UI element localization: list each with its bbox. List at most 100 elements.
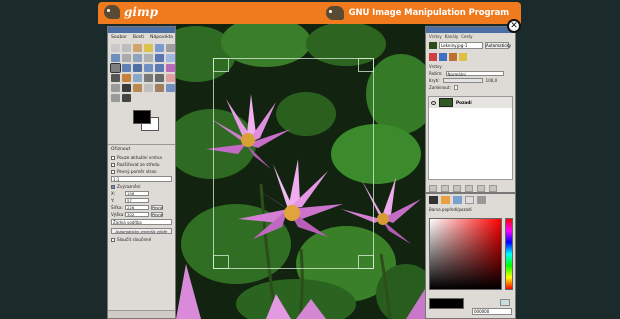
triangle-selector-icon[interactable] <box>453 196 462 204</box>
width-input[interactable]: 226 <box>125 205 149 210</box>
perspective-icon[interactable] <box>155 64 164 72</box>
perspective-clone-icon[interactable] <box>155 84 164 92</box>
blur-icon[interactable] <box>166 84 175 92</box>
paths-icon[interactable] <box>111 54 120 62</box>
dodge-burn-icon[interactable] <box>122 94 131 102</box>
measure-icon[interactable] <box>144 54 153 62</box>
foreground-color-swatch[interactable] <box>133 110 151 124</box>
pencil-icon[interactable] <box>144 74 153 82</box>
fixed-width-button[interactable]: Pevné <box>151 205 163 210</box>
opacity-value[interactable]: 100,0 <box>486 78 497 83</box>
lock-alpha-checkbox[interactable] <box>453 85 458 90</box>
ink-icon[interactable] <box>122 84 131 92</box>
heal-icon[interactable] <box>144 84 153 92</box>
layer-name: Pozadí <box>456 100 472 105</box>
hue-slider[interactable] <box>505 218 513 290</box>
rect-select-icon[interactable] <box>111 44 120 52</box>
tab-channels[interactable]: Kanály <box>445 34 458 39</box>
free-select-icon[interactable] <box>133 44 142 52</box>
eye-icon[interactable] <box>431 100 436 105</box>
dock-tabs: Vrstvy Kanály Cesty <box>426 33 515 40</box>
image-canvas[interactable] <box>176 24 425 319</box>
guides-select[interactable]: Žádná vodítka <box>111 219 172 225</box>
scissors-icon[interactable] <box>166 44 175 52</box>
move-icon[interactable] <box>155 54 164 62</box>
tab-paths[interactable]: Cesty <box>461 34 472 39</box>
image-select[interactable]: Lekníny.jpg-1 <box>439 42 483 49</box>
y-row: Y: 57 <box>111 198 172 203</box>
checkbox-merged[interactable]: Sloučit sloučené <box>111 237 172 242</box>
shear-icon[interactable] <box>144 64 153 72</box>
image-selector-row: Lekníny.jpg-1 Automaticky <box>426 40 515 51</box>
layer-row[interactable]: Pozadí <box>429 97 512 108</box>
x-input[interactable]: 156 <box>125 191 149 196</box>
flip-icon[interactable] <box>166 64 175 72</box>
bucket-fill-icon[interactable] <box>122 74 131 82</box>
hex-input[interactable]: 000000 <box>472 308 512 315</box>
wilber-icon <box>104 5 120 19</box>
paintbrush-icon[interactable] <box>155 74 164 82</box>
raise-layer-icon[interactable] <box>441 185 449 192</box>
align-icon[interactable] <box>166 54 175 62</box>
watercolor-selector-icon[interactable] <box>465 196 474 204</box>
y-input[interactable]: 57 <box>125 198 149 203</box>
checkbox-current-layer[interactable]: Pouze aktuální vrstva <box>111 155 172 160</box>
logo-text: gimp <box>124 5 159 19</box>
banner-title-group: GNU Image Manipulation Program <box>325 6 510 20</box>
scales-selector-icon[interactable] <box>477 196 486 204</box>
eraser-icon[interactable] <box>166 74 175 82</box>
blend-icon[interactable] <box>133 74 142 82</box>
close-button[interactable]: ✕ <box>507 19 521 33</box>
layers-tab-icon[interactable] <box>429 53 437 61</box>
ellipse-select-icon[interactable] <box>122 44 131 52</box>
lower-layer-icon[interactable] <box>453 185 461 192</box>
cmyk-selector-icon[interactable] <box>441 196 450 204</box>
crop-selection-rectangle[interactable] <box>213 58 374 269</box>
color-picker-icon[interactable] <box>122 54 131 62</box>
scale-icon[interactable] <box>133 64 142 72</box>
crop-handle-top-left[interactable] <box>213 58 229 72</box>
crop-handle-bottom-right[interactable] <box>358 255 374 269</box>
checkbox-expand-center[interactable]: Rozšiřovat ze středu <box>111 162 172 167</box>
eyedropper-icon[interactable] <box>500 299 510 306</box>
paths-tab-icon[interactable] <box>449 53 457 61</box>
saturation-value-picker[interactable] <box>429 218 502 290</box>
wilber-icon <box>325 6 344 20</box>
tab-layers[interactable]: Vrstvy <box>429 34 442 39</box>
page-title: GNU Image Manipulation Program <box>348 8 510 18</box>
fuzzy-select-icon[interactable] <box>144 44 153 52</box>
ratio-field[interactable]: 1:1 <box>111 176 172 182</box>
checkbox-highlight[interactable]: Zvýraznění <box>111 184 172 189</box>
color-select-icon[interactable] <box>155 44 164 52</box>
x-row: X: 156 <box>111 191 172 196</box>
menu-file[interactable]: Soubor <box>111 35 127 40</box>
auto-button[interactable]: Automaticky <box>485 42 511 49</box>
delete-layer-icon[interactable] <box>489 185 497 192</box>
smudge-icon[interactable] <box>111 94 120 102</box>
text-icon[interactable] <box>111 74 120 82</box>
new-layer-icon[interactable] <box>429 185 437 192</box>
crop-handle-top-right[interactable] <box>358 58 374 72</box>
clone-icon[interactable] <box>133 84 142 92</box>
zoom-icon[interactable] <box>133 54 142 62</box>
rotate-icon[interactable] <box>122 64 131 72</box>
crop-handle-bottom-left[interactable] <box>213 255 229 269</box>
height-input[interactable]: 302 <box>125 212 149 217</box>
undo-tab-icon[interactable] <box>459 53 467 61</box>
airbrush-icon[interactable] <box>111 84 120 92</box>
opacity-slider[interactable] <box>442 78 483 83</box>
tool-options: Ořiznout Pouze aktuální vrstva Rozšiřova… <box>108 144 175 246</box>
crop-icon[interactable] <box>110 63 121 73</box>
gimp-selector-icon[interactable] <box>429 196 438 204</box>
menu-xtns[interactable]: Bosti <box>133 35 144 40</box>
menu-help[interactable]: Nápověda <box>150 35 173 40</box>
checkbox-fixed-ratio[interactable]: Pevný poměr stran <box>111 169 172 174</box>
channels-tab-icon[interactable] <box>439 53 447 61</box>
duplicate-layer-icon[interactable] <box>465 185 473 192</box>
mode-select[interactable]: Normální <box>445 71 504 77</box>
fg-bg-color-area <box>111 108 172 140</box>
auto-shrink-button[interactable]: Automaticky zmenšit výběr <box>111 228 172 234</box>
anchor-layer-icon[interactable] <box>477 185 485 192</box>
fixed-height-button[interactable]: Pevné <box>151 212 163 217</box>
width-row: Šířka: 226 Pevné <box>111 205 163 210</box>
